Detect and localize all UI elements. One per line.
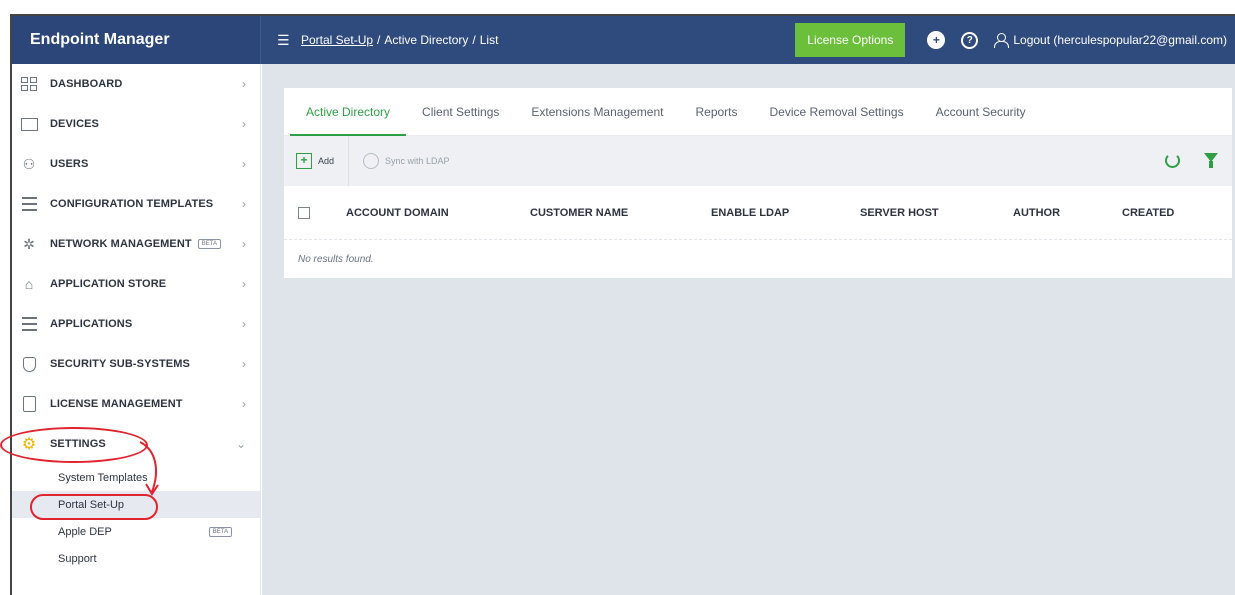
sidebar-item-label: DEVICES — [50, 118, 99, 130]
sidebar-item-dashboard[interactable]: DASHBOARD › — [12, 64, 260, 104]
content-panel: Active Directory Client Settings Extensi… — [284, 88, 1232, 278]
sidebar-subitem-label: Apple DEP — [58, 525, 112, 538]
sidebar-item-license-management[interactable]: LICENSE MANAGEMENT › — [12, 384, 260, 424]
tab-active-directory[interactable]: Active Directory — [290, 88, 407, 136]
tab-device-removal-settings[interactable]: Device Removal Settings — [754, 88, 920, 135]
templates-icon — [20, 196, 38, 212]
breadcrumb-list: List — [479, 33, 499, 47]
add-circle-icon[interactable]: + — [927, 31, 946, 49]
sidebar-subitem-label: System Templates — [58, 471, 148, 484]
sidebar-item-security-sub-systems[interactable]: SECURITY SUB-SYSTEMS › — [12, 344, 260, 384]
sidebar-item-label: NETWORK MANAGEMENT — [50, 238, 192, 250]
sync-label: Sync with LDAP — [385, 156, 450, 166]
license-icon — [20, 396, 38, 412]
shield-icon — [20, 356, 38, 372]
sidebar-subitem-system-templates[interactable]: System Templates — [12, 464, 260, 491]
sidebar-item-users[interactable]: ⚇ USERS › — [12, 144, 260, 184]
chevron-right-icon: › — [242, 317, 246, 331]
breadcrumb-active-directory: Active Directory — [384, 33, 469, 47]
chevron-right-icon: › — [242, 277, 246, 291]
beta-badge: BETA — [208, 526, 232, 537]
filter-icon[interactable] — [1204, 153, 1218, 168]
empty-results-message: No results found. — [298, 253, 374, 265]
chevron-right-icon: › — [242, 77, 246, 91]
chevron-right-icon: › — [242, 197, 246, 211]
column-server-host[interactable]: SERVER HOST — [860, 207, 939, 219]
sidebar-item-configuration-templates[interactable]: CONFIGURATION TEMPLATES › — [12, 184, 260, 224]
store-icon: ⌂ — [24, 276, 34, 292]
tab-extensions-management[interactable]: Extensions Management — [515, 88, 679, 135]
chevron-down-icon: ⌄ — [235, 437, 246, 451]
select-all-checkbox[interactable] — [298, 206, 310, 219]
sidebar-item-devices[interactable]: DEVICES › — [12, 104, 260, 144]
user-icon — [994, 33, 1010, 48]
tab-reports[interactable]: Reports — [679, 88, 753, 135]
chevron-right-icon: › — [242, 237, 246, 251]
chevron-right-icon: › — [242, 357, 246, 371]
annotation-oval-settings — [0, 427, 148, 463]
chevron-right-icon: › — [242, 397, 246, 411]
refresh-icon[interactable] — [1165, 153, 1180, 168]
help-icon[interactable]: ? — [961, 31, 979, 49]
sync-ldap-button[interactable]: Sync with LDAP — [348, 136, 464, 186]
main-content: Active Directory Client Settings Extensi… — [262, 64, 1235, 595]
logout-label: Logout (herculespopular22@gmail.com) — [1013, 33, 1227, 47]
sidebar-item-label: APPLICATION STORE — [50, 278, 167, 290]
top-bar: Endpoint Manager ☰ Portal Set-Up / Activ… — [12, 16, 1235, 64]
tab-client-settings[interactable]: Client Settings — [406, 88, 515, 135]
breadcrumb-separator: / — [377, 33, 381, 47]
sidebar-item-label: CONFIGURATION TEMPLATES — [50, 198, 214, 210]
column-account-domain[interactable]: ACCOUNT DOMAIN — [346, 207, 449, 219]
beta-badge: BETA — [197, 239, 221, 249]
add-button[interactable]: + Add — [296, 136, 348, 186]
add-icon: + — [296, 153, 312, 169]
annotation-arrow-icon — [139, 441, 159, 496]
logout-link[interactable]: Logout (herculespopular22@gmail.com) — [994, 33, 1227, 48]
toolbar: + Add Sync with LDAP — [284, 136, 1232, 186]
users-icon: ⚇ — [22, 155, 36, 172]
devices-icon — [20, 116, 38, 132]
sidebar-subitem-support[interactable]: Support — [12, 545, 260, 572]
sync-icon — [363, 153, 380, 169]
sidebar-item-applications[interactable]: APPLICATIONS › — [12, 304, 260, 344]
breadcrumb-portal-setup[interactable]: Portal Set-Up — [301, 33, 373, 47]
sidebar-item-application-store[interactable]: ⌂ APPLICATION STORE › — [12, 264, 260, 304]
breadcrumb-separator: / — [472, 33, 476, 47]
column-created[interactable]: CREATED — [1122, 207, 1174, 219]
license-options-button[interactable]: License Options — [795, 23, 906, 57]
sidebar-item-label: SECURITY SUB-SYSTEMS — [50, 358, 190, 370]
chevron-right-icon: › — [242, 117, 246, 131]
column-enable-ldap[interactable]: ENABLE LDAP — [711, 207, 789, 219]
tab-account-security[interactable]: Account Security — [920, 88, 1042, 135]
add-label: Add — [318, 156, 335, 166]
sidebar-item-label: USERS — [50, 158, 89, 170]
column-customer-name[interactable]: CUSTOMER NAME — [530, 207, 628, 219]
breadcrumb: Portal Set-Up / Active Directory / List — [301, 33, 498, 47]
brand-title[interactable]: Endpoint Manager — [12, 16, 261, 64]
chevron-right-icon: › — [242, 157, 246, 171]
applications-icon — [20, 316, 38, 332]
sidebar-subitem-apple-dep[interactable]: Apple DEP BETA — [12, 518, 260, 545]
sidebar-item-label: DASHBOARD — [50, 78, 123, 90]
column-author[interactable]: AUTHOR — [1013, 207, 1060, 219]
sidebar-item-label: LICENSE MANAGEMENT — [50, 398, 183, 410]
tab-bar: Active Directory Client Settings Extensi… — [284, 88, 1232, 136]
hamburger-menu-icon[interactable]: ☰ — [277, 32, 291, 49]
dashboard-icon — [20, 76, 38, 92]
sidebar-subitem-label: Support — [58, 552, 97, 565]
sidebar-item-label: APPLICATIONS — [50, 318, 133, 330]
network-icon: ✲ — [23, 235, 35, 252]
sidebar-item-network-management[interactable]: ✲ NETWORK MANAGEMENT BETA › — [12, 224, 260, 264]
table-header: ACCOUNT DOMAIN CUSTOMER NAME ENABLE LDAP… — [284, 186, 1232, 240]
